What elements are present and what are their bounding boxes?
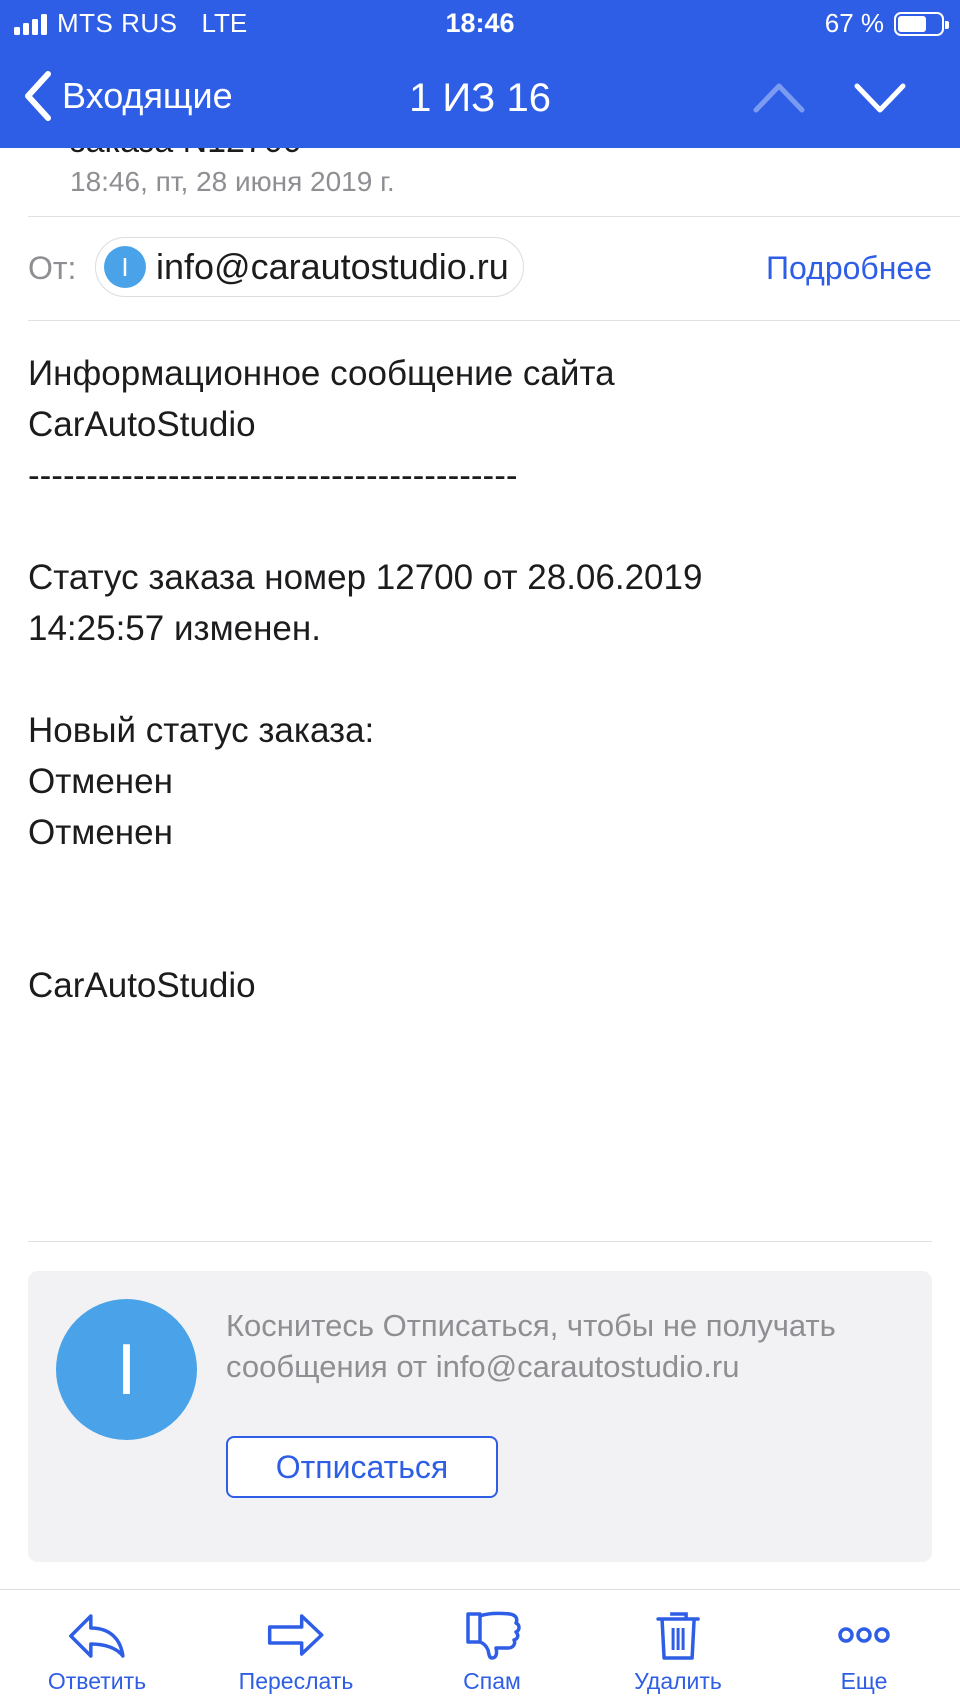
top-header: MTS RUS LTE 18:46 67 % Входящие 1 ИЗ 16 bbox=[0, 0, 960, 148]
next-message-icon[interactable] bbox=[853, 74, 907, 120]
reply-label: Ответить bbox=[47, 1668, 147, 1694]
body-separator: ----------------------------------------… bbox=[28, 456, 518, 495]
spam-button[interactable]: Спам bbox=[460, 1608, 524, 1695]
message-date: 18:46, пт, 28 июня 2019 г. bbox=[70, 166, 395, 197]
back-label: Входящие bbox=[62, 75, 233, 116]
body-new-status: Новый статус заказа: Отменен Отменен bbox=[28, 711, 375, 852]
delete-button[interactable]: Удалить bbox=[634, 1608, 722, 1695]
delete-label: Удалить bbox=[634, 1668, 722, 1694]
divider bbox=[28, 320, 960, 321]
unsubscribe-avatar: I bbox=[56, 1299, 197, 1440]
body-signature: CarAutoStudio bbox=[28, 966, 256, 1005]
unsubscribe-button[interactable]: Отписаться bbox=[226, 1436, 498, 1498]
details-link[interactable]: Подробнее bbox=[766, 250, 932, 287]
status-bar: MTS RUS LTE 18:46 67 % bbox=[0, 0, 960, 48]
mail-message-screen: заказа N12700 18:46, пт, 28 июня 2019 г.… bbox=[0, 0, 960, 1707]
message-body: Информационное сообщение сайта CarAutoSt… bbox=[28, 348, 928, 1011]
forward-label: Переслать bbox=[238, 1668, 354, 1694]
unsubscribe-text: Коснитесь Отписаться, чтобы не получать … bbox=[226, 1308, 836, 1384]
sender-chip[interactable]: I info@carautostudio.ru bbox=[95, 237, 524, 297]
divider bbox=[28, 216, 960, 217]
battery-percent: 67 % bbox=[824, 8, 884, 38]
more-button[interactable]: Еще bbox=[832, 1608, 896, 1695]
forward-button[interactable]: Переслать bbox=[238, 1608, 354, 1695]
body-intro: Информационное сообщение сайта CarAutoSt… bbox=[28, 354, 615, 444]
from-label: От: bbox=[28, 250, 77, 286]
clock: 18:46 bbox=[445, 8, 515, 38]
thumbs-down-icon bbox=[466, 1611, 521, 1660]
more-label: Еще bbox=[840, 1668, 888, 1694]
nav-bar: Входящие 1 ИЗ 16 bbox=[0, 48, 960, 148]
forward-arrow-icon bbox=[268, 1614, 324, 1656]
unsubscribe-card: I Коснитесь Отписаться, чтобы не получат… bbox=[28, 1271, 932, 1562]
battery-icon bbox=[894, 11, 949, 36]
sender-email: info@carautostudio.ru bbox=[156, 246, 509, 287]
trash-icon bbox=[656, 1612, 700, 1660]
more-dots-icon bbox=[838, 1627, 890, 1643]
previous-message-icon[interactable] bbox=[752, 74, 806, 120]
reply-arrow-icon bbox=[69, 1614, 125, 1658]
body-status-change: Статус заказа номер 12700 от 28.06.2019 … bbox=[28, 558, 703, 648]
spam-label: Спам bbox=[463, 1668, 521, 1694]
back-button[interactable]: Входящие bbox=[22, 70, 233, 122]
divider bbox=[28, 1241, 932, 1242]
reply-button[interactable]: Ответить bbox=[48, 1608, 146, 1695]
bottom-toolbar: Ответить Переслать Спам Удалить Еще bbox=[0, 1589, 960, 1707]
chevron-left-icon bbox=[25, 71, 51, 121]
sender-avatar: I bbox=[104, 246, 146, 288]
message-counter: 1 ИЗ 16 bbox=[409, 76, 551, 120]
